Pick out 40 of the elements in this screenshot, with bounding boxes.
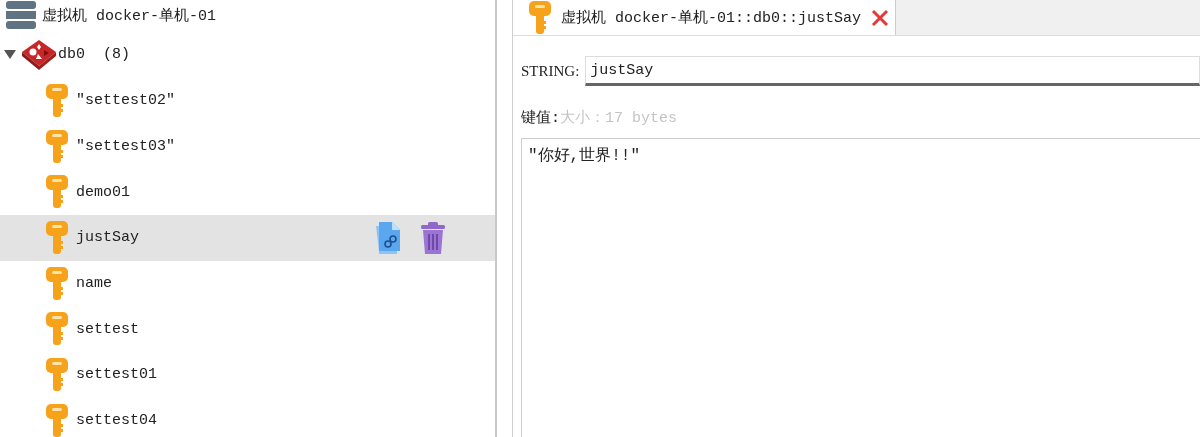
type-label: STRING:: [521, 62, 580, 80]
key-item[interactable]: settest01: [0, 352, 495, 398]
key-name: "settest03": [76, 138, 176, 156]
key-icon: [46, 83, 68, 118]
value-label: 键值:: [521, 108, 560, 127]
key-name: settest: [76, 320, 139, 338]
value-editor[interactable]: "你好,世界!!": [521, 138, 1200, 437]
key-icon: [46, 312, 68, 347]
key-icon: [46, 266, 68, 301]
server-icon: [6, 1, 36, 29]
database-icon: [20, 38, 58, 70]
expand-arrow-icon[interactable]: [4, 48, 16, 60]
key-name: name: [76, 275, 112, 293]
key-name: justSay: [76, 229, 139, 247]
key-item[interactable]: settest04: [0, 397, 495, 437]
key-name: settest01: [76, 366, 157, 384]
key-icon: [46, 357, 68, 392]
key-icon: [46, 220, 68, 255]
key-name: settest04: [76, 412, 157, 430]
key-name-field[interactable]: justSay: [585, 56, 1200, 86]
database-name[interactable]: db0: [58, 45, 85, 63]
key-item[interactable]: settest: [0, 306, 495, 353]
trash-icon[interactable]: [421, 221, 445, 254]
key-item[interactable]: "settest02": [0, 78, 495, 124]
connection-name[interactable]: 虚拟机 docker-单机-01: [42, 5, 217, 25]
copy-link-icon[interactable]: [376, 221, 403, 254]
key-icon: [46, 175, 68, 210]
key-item[interactable]: justSay: [0, 215, 495, 261]
key-item[interactable]: name: [0, 260, 495, 307]
close-icon[interactable]: [871, 8, 890, 27]
key-name: "settest02": [76, 92, 176, 110]
key-icon: [46, 403, 68, 437]
key-icon: [529, 0, 551, 35]
key-item[interactable]: "settest03": [0, 123, 495, 170]
key-item[interactable]: demo01: [0, 169, 495, 216]
editor-tab[interactable]: 虚拟机 docker-单机-01::db0::justSay: [513, 0, 897, 35]
value-size: 大小：17 bytes: [560, 108, 678, 127]
key-count: (8): [103, 45, 131, 63]
key-name: demo01: [76, 183, 130, 201]
key-icon: [46, 129, 68, 164]
